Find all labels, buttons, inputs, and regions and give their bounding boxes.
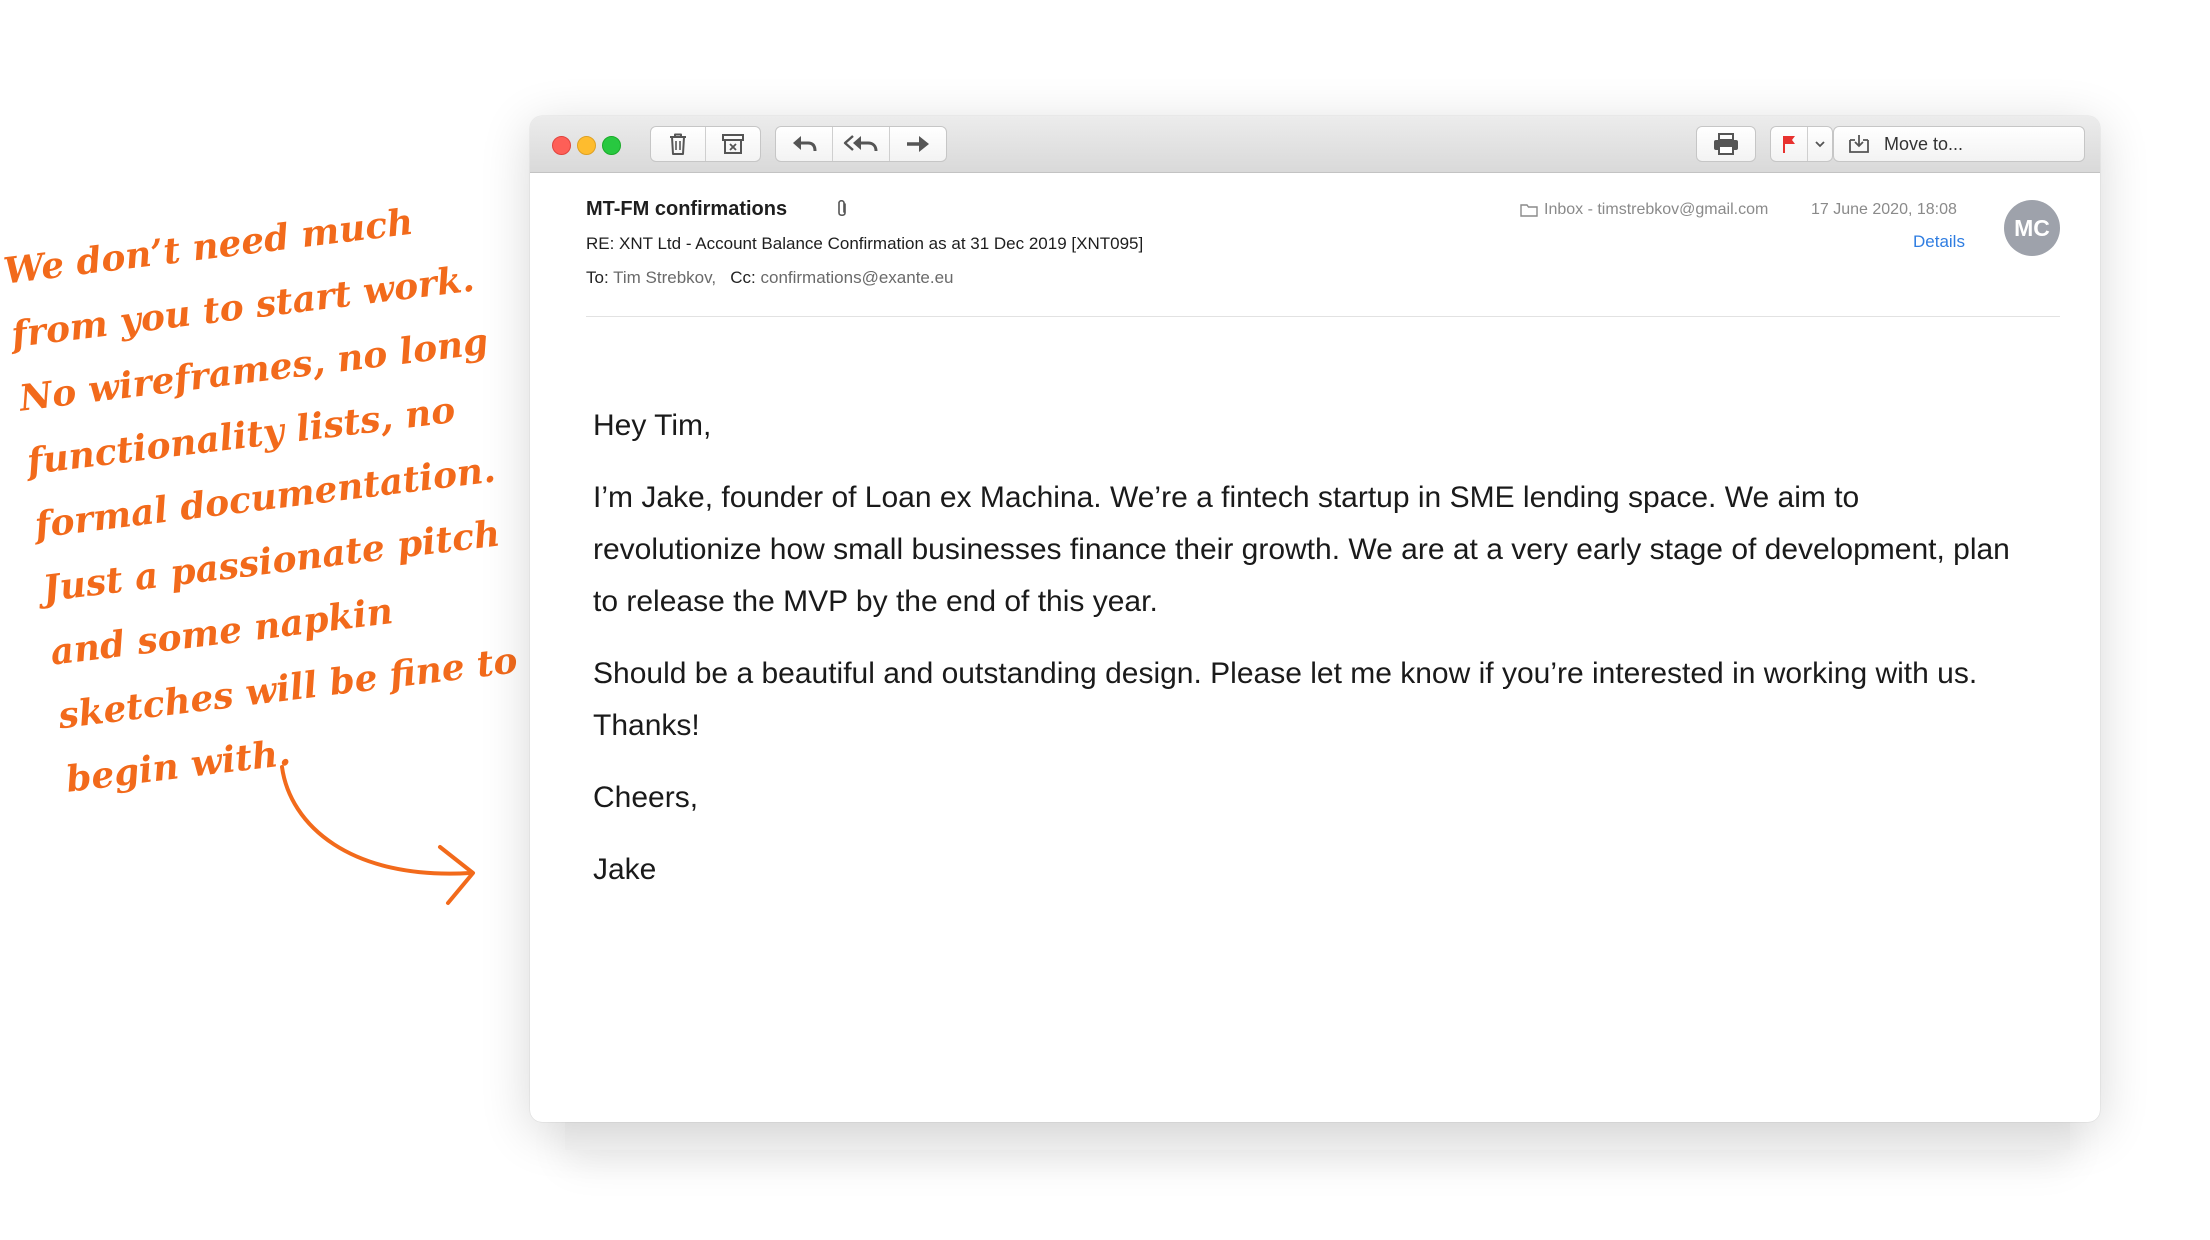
forward-icon (907, 136, 929, 152)
move-to-label: Move to... (1884, 133, 1964, 154)
recipients-row: To: Tim Strebkov, Cc: confirmations@exan… (586, 268, 954, 288)
paperclip-icon (838, 199, 846, 217)
details-link[interactable]: Details (1913, 232, 1965, 252)
move-to-icon (1849, 135, 1869, 153)
reply-button[interactable] (776, 127, 833, 161)
reply-all-icon (843, 135, 878, 152)
chevron-down-icon (1815, 141, 1825, 148)
cc-recipient[interactable]: confirmations@exante.eu (760, 268, 953, 287)
zoom-window-button[interactable] (602, 136, 621, 155)
body-paragraph: Hey Tim, (593, 409, 712, 442)
sender-name: MT-FM confirmations (586, 198, 788, 220)
flag-icon (1783, 136, 1795, 153)
reply-group (775, 126, 947, 162)
subject-line: RE: XNT Ltd - Account Balance Confirmati… (586, 234, 1144, 253)
delete-button[interactable] (651, 127, 706, 161)
mailbox-label: Inbox - timstrebkov@gmail.com (1544, 201, 1769, 218)
window-toolbar: Move to... (530, 116, 2100, 173)
print-group (1696, 126, 1756, 162)
curved-arrow-icon (280, 765, 475, 905)
sender-avatar: MC (2004, 200, 2060, 256)
handwritten-note: We don’t need much from you to start wor… (0, 183, 537, 812)
forward-button[interactable] (890, 127, 946, 161)
print-button[interactable] (1697, 127, 1755, 161)
to-label: To: (586, 268, 609, 287)
close-window-button[interactable] (552, 136, 571, 155)
message-date: 17 June 2020, 18:08 (1811, 201, 1957, 218)
reply-all-button[interactable] (833, 127, 890, 161)
folder-icon (1520, 204, 1538, 217)
mail-window: Move to... MT-FM confirmations RE: XNT L… (530, 116, 2100, 1122)
body-paragraph: Cheers, (593, 781, 699, 814)
header-divider (586, 316, 2060, 317)
mailbox-location: Inbox - timstrebkov@gmail.com (1520, 201, 1768, 219)
reply-icon (793, 136, 817, 152)
body-paragraph: I’m Jake, founder of Loan ex Machina. We… (593, 481, 2010, 618)
archive-button[interactable] (706, 127, 760, 161)
delete-archive-group (650, 126, 761, 162)
move-to-group: Move to... (1833, 126, 2085, 162)
flag-menu-button[interactable] (1808, 127, 1832, 161)
trash-icon (670, 133, 686, 155)
printer-icon (1714, 133, 1738, 155)
body-paragraph: Should be a beautiful and outstanding de… (593, 657, 1978, 742)
to-recipient[interactable]: Tim Strebkov, (613, 268, 716, 287)
archive-icon (722, 134, 744, 154)
body-paragraph: Jake (593, 853, 657, 886)
cc-label: Cc: (730, 268, 756, 287)
message-body: Hey Tim, I’m Jake, founder of Loan ex Ma… (593, 400, 2033, 916)
minimize-window-button[interactable] (577, 136, 596, 155)
flag-button[interactable] (1771, 127, 1808, 161)
flag-group (1770, 126, 1833, 162)
move-to-button[interactable]: Move to... (1834, 127, 2084, 161)
